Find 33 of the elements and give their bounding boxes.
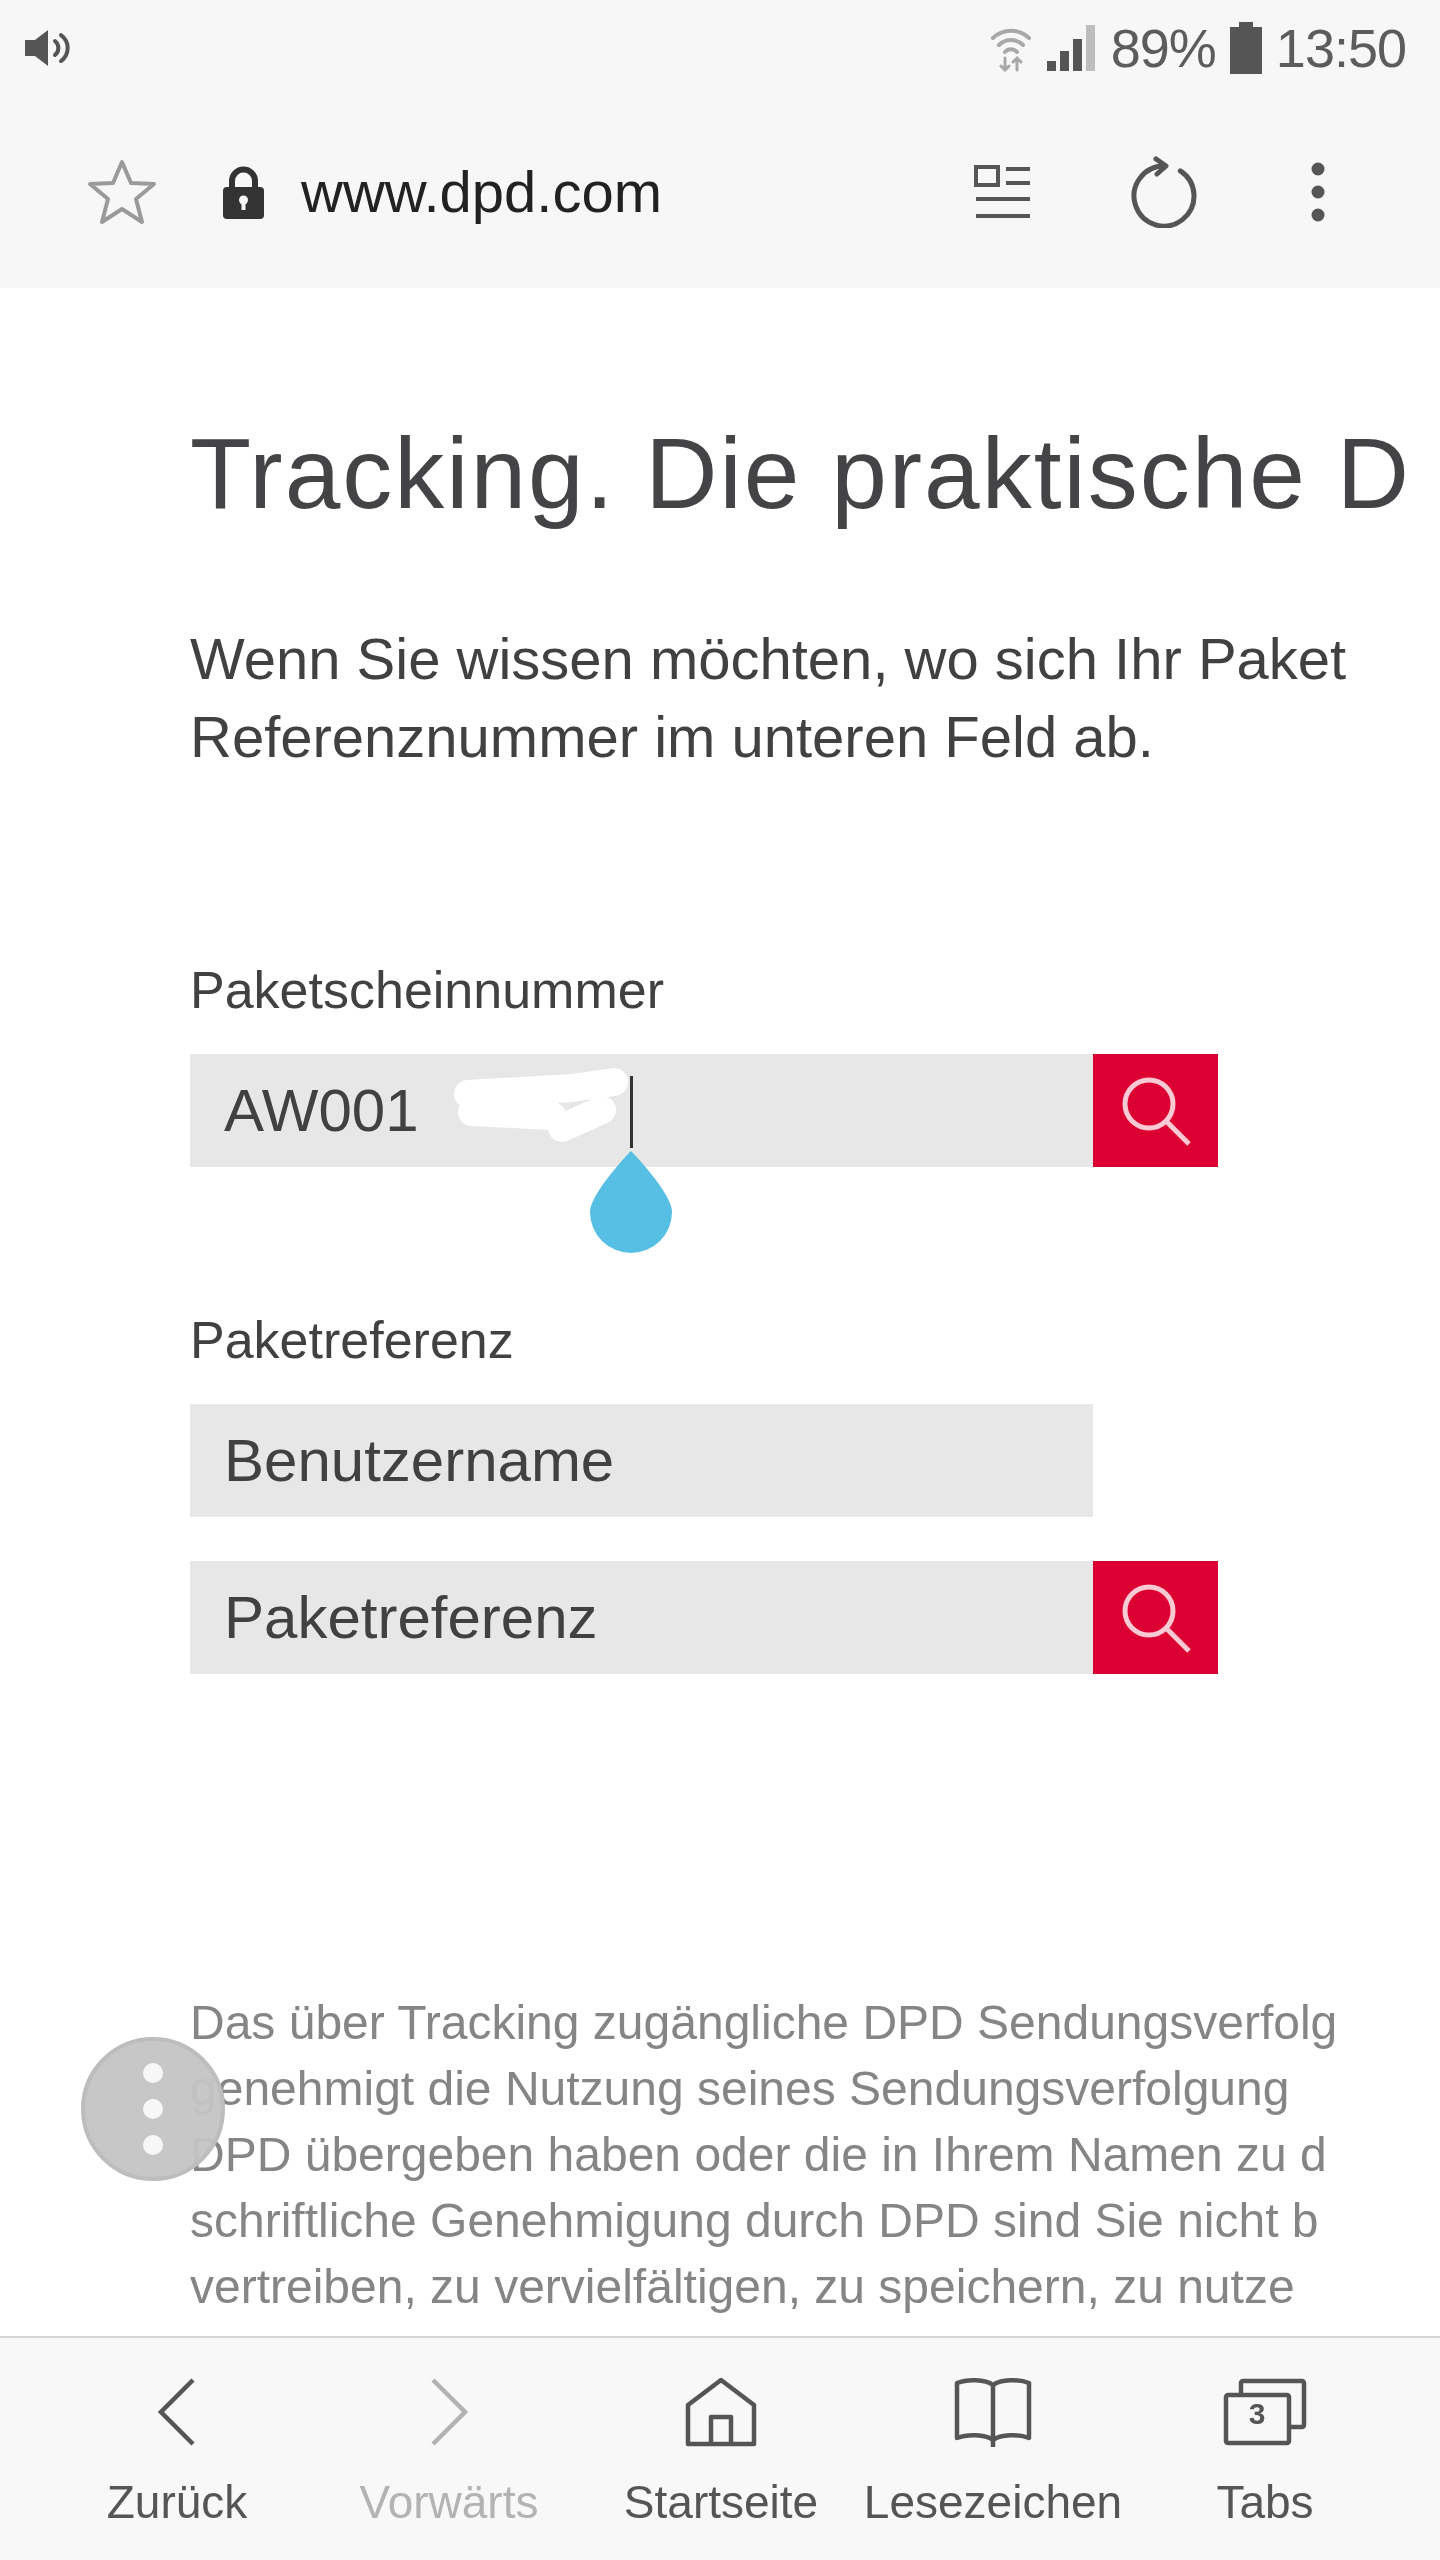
reader-mode-icon[interactable]: [974, 165, 1032, 219]
volume-icon: [23, 27, 73, 69]
text-cursor: [630, 1076, 633, 1148]
battery-percentage: 89%: [1110, 18, 1216, 78]
chevron-left-icon: [158, 2377, 196, 2447]
cursor-handle[interactable]: [590, 1151, 672, 1253]
search-button[interactable]: [1093, 1054, 1218, 1167]
input-field[interactable]: Paketreferenz: [190, 1561, 1093, 1674]
star-icon[interactable]: [87, 159, 157, 225]
field-label: Paketscheinnummer: [190, 960, 664, 1021]
tabs-icon: [1223, 2378, 1307, 2446]
more-icon: [142, 2062, 164, 2156]
url-text[interactable]: www.dpd.com: [301, 158, 663, 226]
tab-count: 3: [1247, 2398, 1267, 2430]
book-icon: [953, 2376, 1033, 2448]
page-heading: Tracking. Die praktische D: [190, 416, 1411, 531]
field-label: Paketreferenz: [190, 1310, 514, 1371]
lock-icon: [221, 164, 266, 220]
input-field[interactable]: AW001: [190, 1054, 1093, 1167]
home-icon: [685, 2377, 757, 2447]
menu-icon[interactable]: [1311, 162, 1325, 222]
input-field[interactable]: Benutzername: [190, 1404, 1093, 1517]
battery-icon: [1229, 22, 1262, 74]
signal-icon: [1046, 25, 1097, 71]
tabs-button[interactable]: 3 Tabs: [1129, 2338, 1401, 2560]
clock-time: 13:50: [1275, 18, 1406, 78]
refresh-icon[interactable]: [1129, 156, 1199, 228]
search-button[interactable]: [1093, 1561, 1218, 1674]
bookmarks-button[interactable]: Lesezeichen: [857, 2338, 1129, 2560]
intro-text: Wenn Sie wissen möchten, wo sich Ihr Paket Referenznummer im unteren Feld ab.: [190, 625, 1347, 771]
home-button[interactable]: Startseite: [585, 2338, 857, 2560]
chevron-right-icon: [430, 2377, 468, 2447]
back-button[interactable]: Zurück: [41, 2338, 313, 2560]
